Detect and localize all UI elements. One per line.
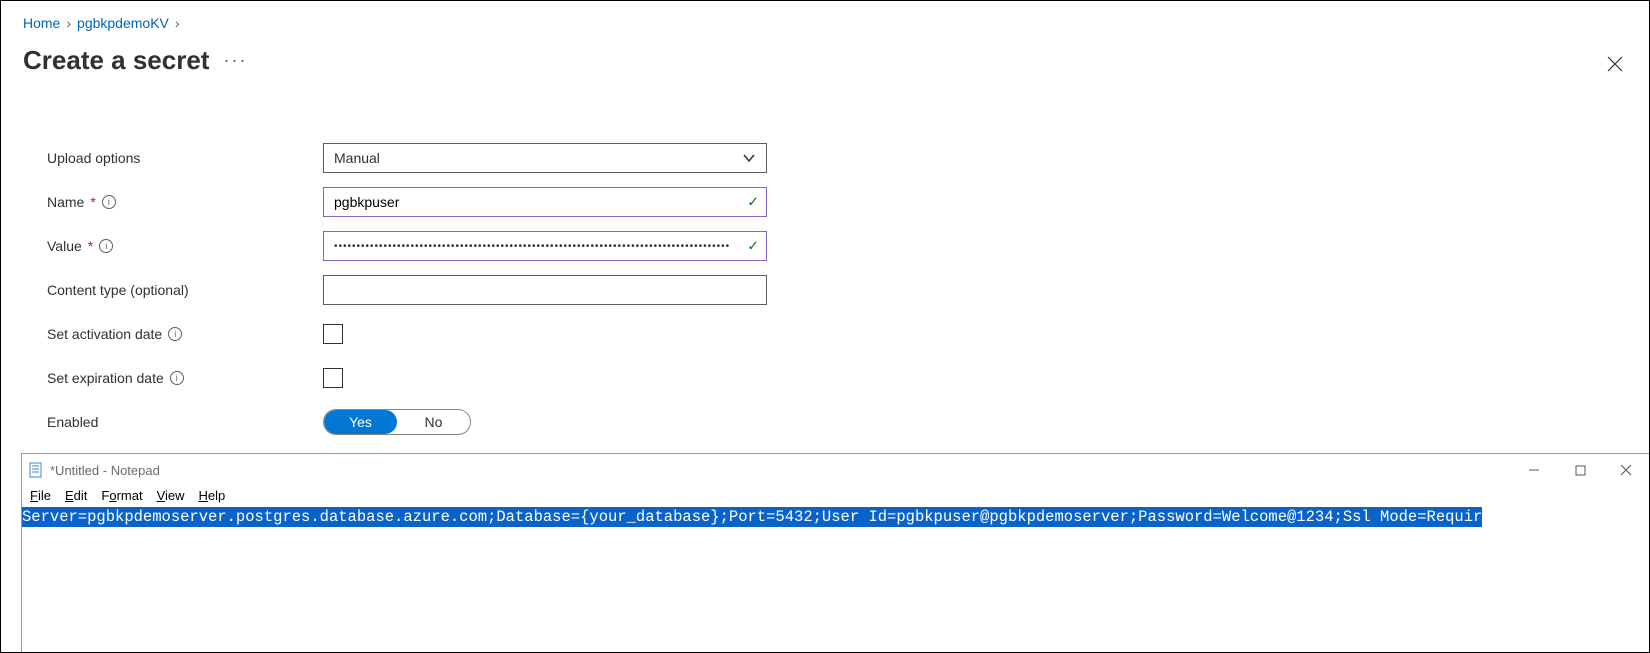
upload-options-value: Manual — [334, 150, 380, 166]
expiration-date-label: Set expiration date — [47, 370, 164, 386]
content-type-input[interactable] — [323, 275, 767, 305]
check-icon: ✓ — [747, 238, 759, 255]
notepad-window: *Untitled - Notepad File Edit Format Vie… — [21, 453, 1649, 653]
notepad-icon — [28, 462, 44, 478]
name-input[interactable] — [323, 187, 767, 217]
breadcrumb: Home › pgbkpdemoKV › — [23, 15, 1627, 31]
enabled-no-option[interactable]: No — [397, 410, 470, 434]
notepad-menu: File Edit Format View Help — [22, 486, 1649, 507]
notepad-titlebar[interactable]: *Untitled - Notepad — [22, 454, 1649, 486]
value-label: Value — [47, 238, 82, 254]
menu-format[interactable]: Format — [101, 488, 142, 503]
enabled-toggle[interactable]: Yes No — [323, 409, 471, 435]
value-masked: ••••••••••••••••••••••••••••••••••••••••… — [334, 241, 730, 252]
chevron-down-icon — [742, 151, 756, 165]
minimize-button[interactable] — [1511, 454, 1557, 486]
close-icon[interactable] — [1607, 55, 1623, 78]
menu-view[interactable]: View — [157, 488, 185, 503]
notepad-content: Server=pgbkpdemoserver.postgres.database… — [22, 507, 1482, 527]
breadcrumb-keyvault[interactable]: pgbkpdemoKV — [77, 15, 169, 31]
required-indicator: * — [90, 194, 95, 210]
value-input[interactable]: ••••••••••••••••••••••••••••••••••••••••… — [323, 231, 767, 261]
menu-edit[interactable]: Edit — [65, 488, 87, 503]
info-icon[interactable]: i — [168, 327, 182, 341]
maximize-button[interactable] — [1557, 454, 1603, 486]
menu-help[interactable]: Help — [199, 488, 226, 503]
required-indicator: * — [88, 238, 93, 254]
activation-date-checkbox[interactable] — [323, 324, 343, 344]
info-icon[interactable]: i — [170, 371, 184, 385]
upload-options-select[interactable]: Manual — [323, 143, 767, 173]
notepad-title: *Untitled - Notepad — [50, 463, 160, 478]
breadcrumb-home[interactable]: Home — [23, 15, 60, 31]
chevron-right-icon: › — [175, 15, 180, 31]
upload-options-label: Upload options — [47, 150, 323, 166]
content-type-label: Content type (optional) — [47, 282, 323, 298]
menu-file[interactable]: File — [30, 488, 51, 503]
form: Upload options Manual Name * i ✓ — [47, 136, 1627, 444]
enabled-label: Enabled — [47, 414, 323, 430]
info-icon[interactable]: i — [102, 195, 116, 209]
expiration-date-checkbox[interactable] — [323, 368, 343, 388]
enabled-yes-option[interactable]: Yes — [324, 410, 397, 434]
notepad-text-area[interactable]: Server=pgbkpdemoserver.postgres.database… — [22, 507, 1649, 527]
more-actions-button[interactable]: ··· — [223, 50, 247, 71]
page-title: Create a secret — [23, 45, 209, 76]
info-icon[interactable]: i — [99, 239, 113, 253]
name-label: Name — [47, 194, 84, 210]
check-icon: ✓ — [747, 194, 759, 211]
activation-date-label: Set activation date — [47, 326, 162, 342]
close-button[interactable] — [1603, 454, 1649, 486]
chevron-right-icon: › — [66, 15, 71, 31]
